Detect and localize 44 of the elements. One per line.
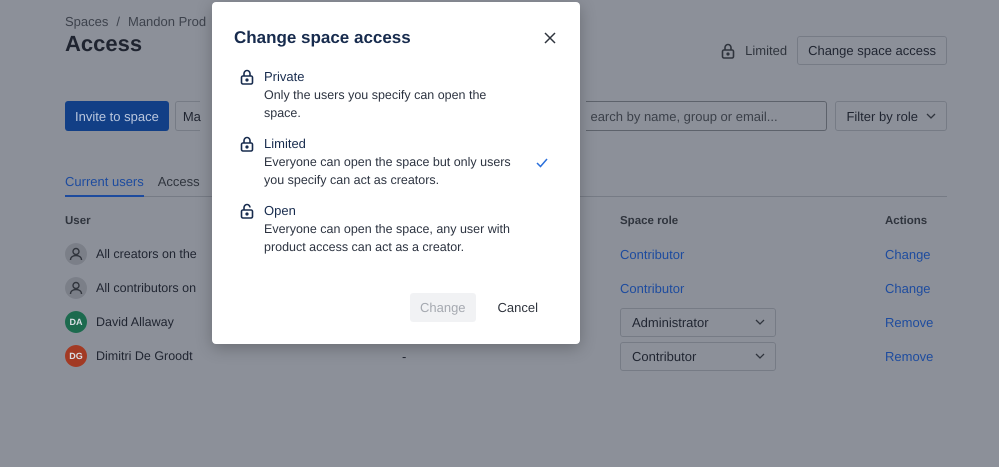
user-avatar-icon bbox=[65, 243, 87, 265]
close-button[interactable] bbox=[542, 30, 558, 46]
change-access-button[interactable]: Change space access bbox=[797, 36, 947, 65]
invite-button[interactable]: Invite to space bbox=[65, 101, 169, 131]
option-label[interactable]: Open bbox=[264, 202, 526, 220]
breadcrumb-link[interactable]: Mandon Prod bbox=[128, 14, 206, 29]
role-link[interactable]: Contributor bbox=[620, 280, 684, 296]
option-description: Only the users you specify can open the space. bbox=[264, 87, 488, 122]
role-select[interactable]: Administrator bbox=[620, 308, 776, 336]
breadcrumb-link[interactable]: Spaces bbox=[65, 14, 108, 29]
column-header: Space role bbox=[620, 215, 678, 229]
action-link[interactable]: Change bbox=[885, 280, 931, 296]
option-description: Everyone can open the space, any user with product access can act as a creator. bbox=[264, 221, 511, 256]
search-field[interactable]: earch by name, group or email... bbox=[586, 101, 828, 131]
option-label[interactable]: Private bbox=[264, 68, 526, 86]
dialog-title: Change space access bbox=[234, 28, 411, 48]
breadcrumb-separator: / bbox=[116, 14, 120, 29]
role-select[interactable]: Contributor bbox=[620, 342, 776, 370]
tab[interactable]: Access bbox=[158, 174, 200, 197]
cancel-button[interactable]: Cancel bbox=[488, 293, 548, 322]
column-header: User bbox=[65, 215, 91, 229]
user-name: All creators on the bbox=[96, 247, 197, 261]
tab[interactable]: Current users bbox=[65, 174, 144, 197]
access-status: Limited bbox=[745, 43, 788, 58]
toolbar-button[interactable]: Ma bbox=[174, 101, 200, 131]
user-name: Dimitri De Groodt bbox=[96, 349, 193, 363]
table-cell: - bbox=[402, 348, 406, 364]
filter-button[interactable]: Filter by role bbox=[835, 101, 947, 131]
option-label[interactable]: Limited bbox=[264, 135, 526, 153]
chevron-icon bbox=[755, 353, 765, 359]
user-name: All contributors on bbox=[96, 281, 196, 295]
action-link[interactable]: Remove bbox=[885, 314, 934, 330]
role-link[interactable]: Contributor bbox=[620, 246, 684, 262]
action-link[interactable]: Remove bbox=[885, 348, 934, 364]
user-name: David Allaway bbox=[96, 315, 174, 329]
chevron-icon bbox=[926, 113, 936, 119]
column-header: Actions bbox=[885, 215, 928, 229]
chevron-icon bbox=[755, 319, 765, 325]
user-avatar-icon bbox=[65, 277, 87, 299]
action-link[interactable]: Change bbox=[885, 246, 931, 262]
page-title: Access bbox=[65, 31, 144, 57]
user-avatar: DG bbox=[65, 345, 87, 367]
user-avatar: DA bbox=[65, 311, 87, 333]
option-description: Everyone can open the space but only users you specify can act as creators. bbox=[264, 154, 512, 189]
